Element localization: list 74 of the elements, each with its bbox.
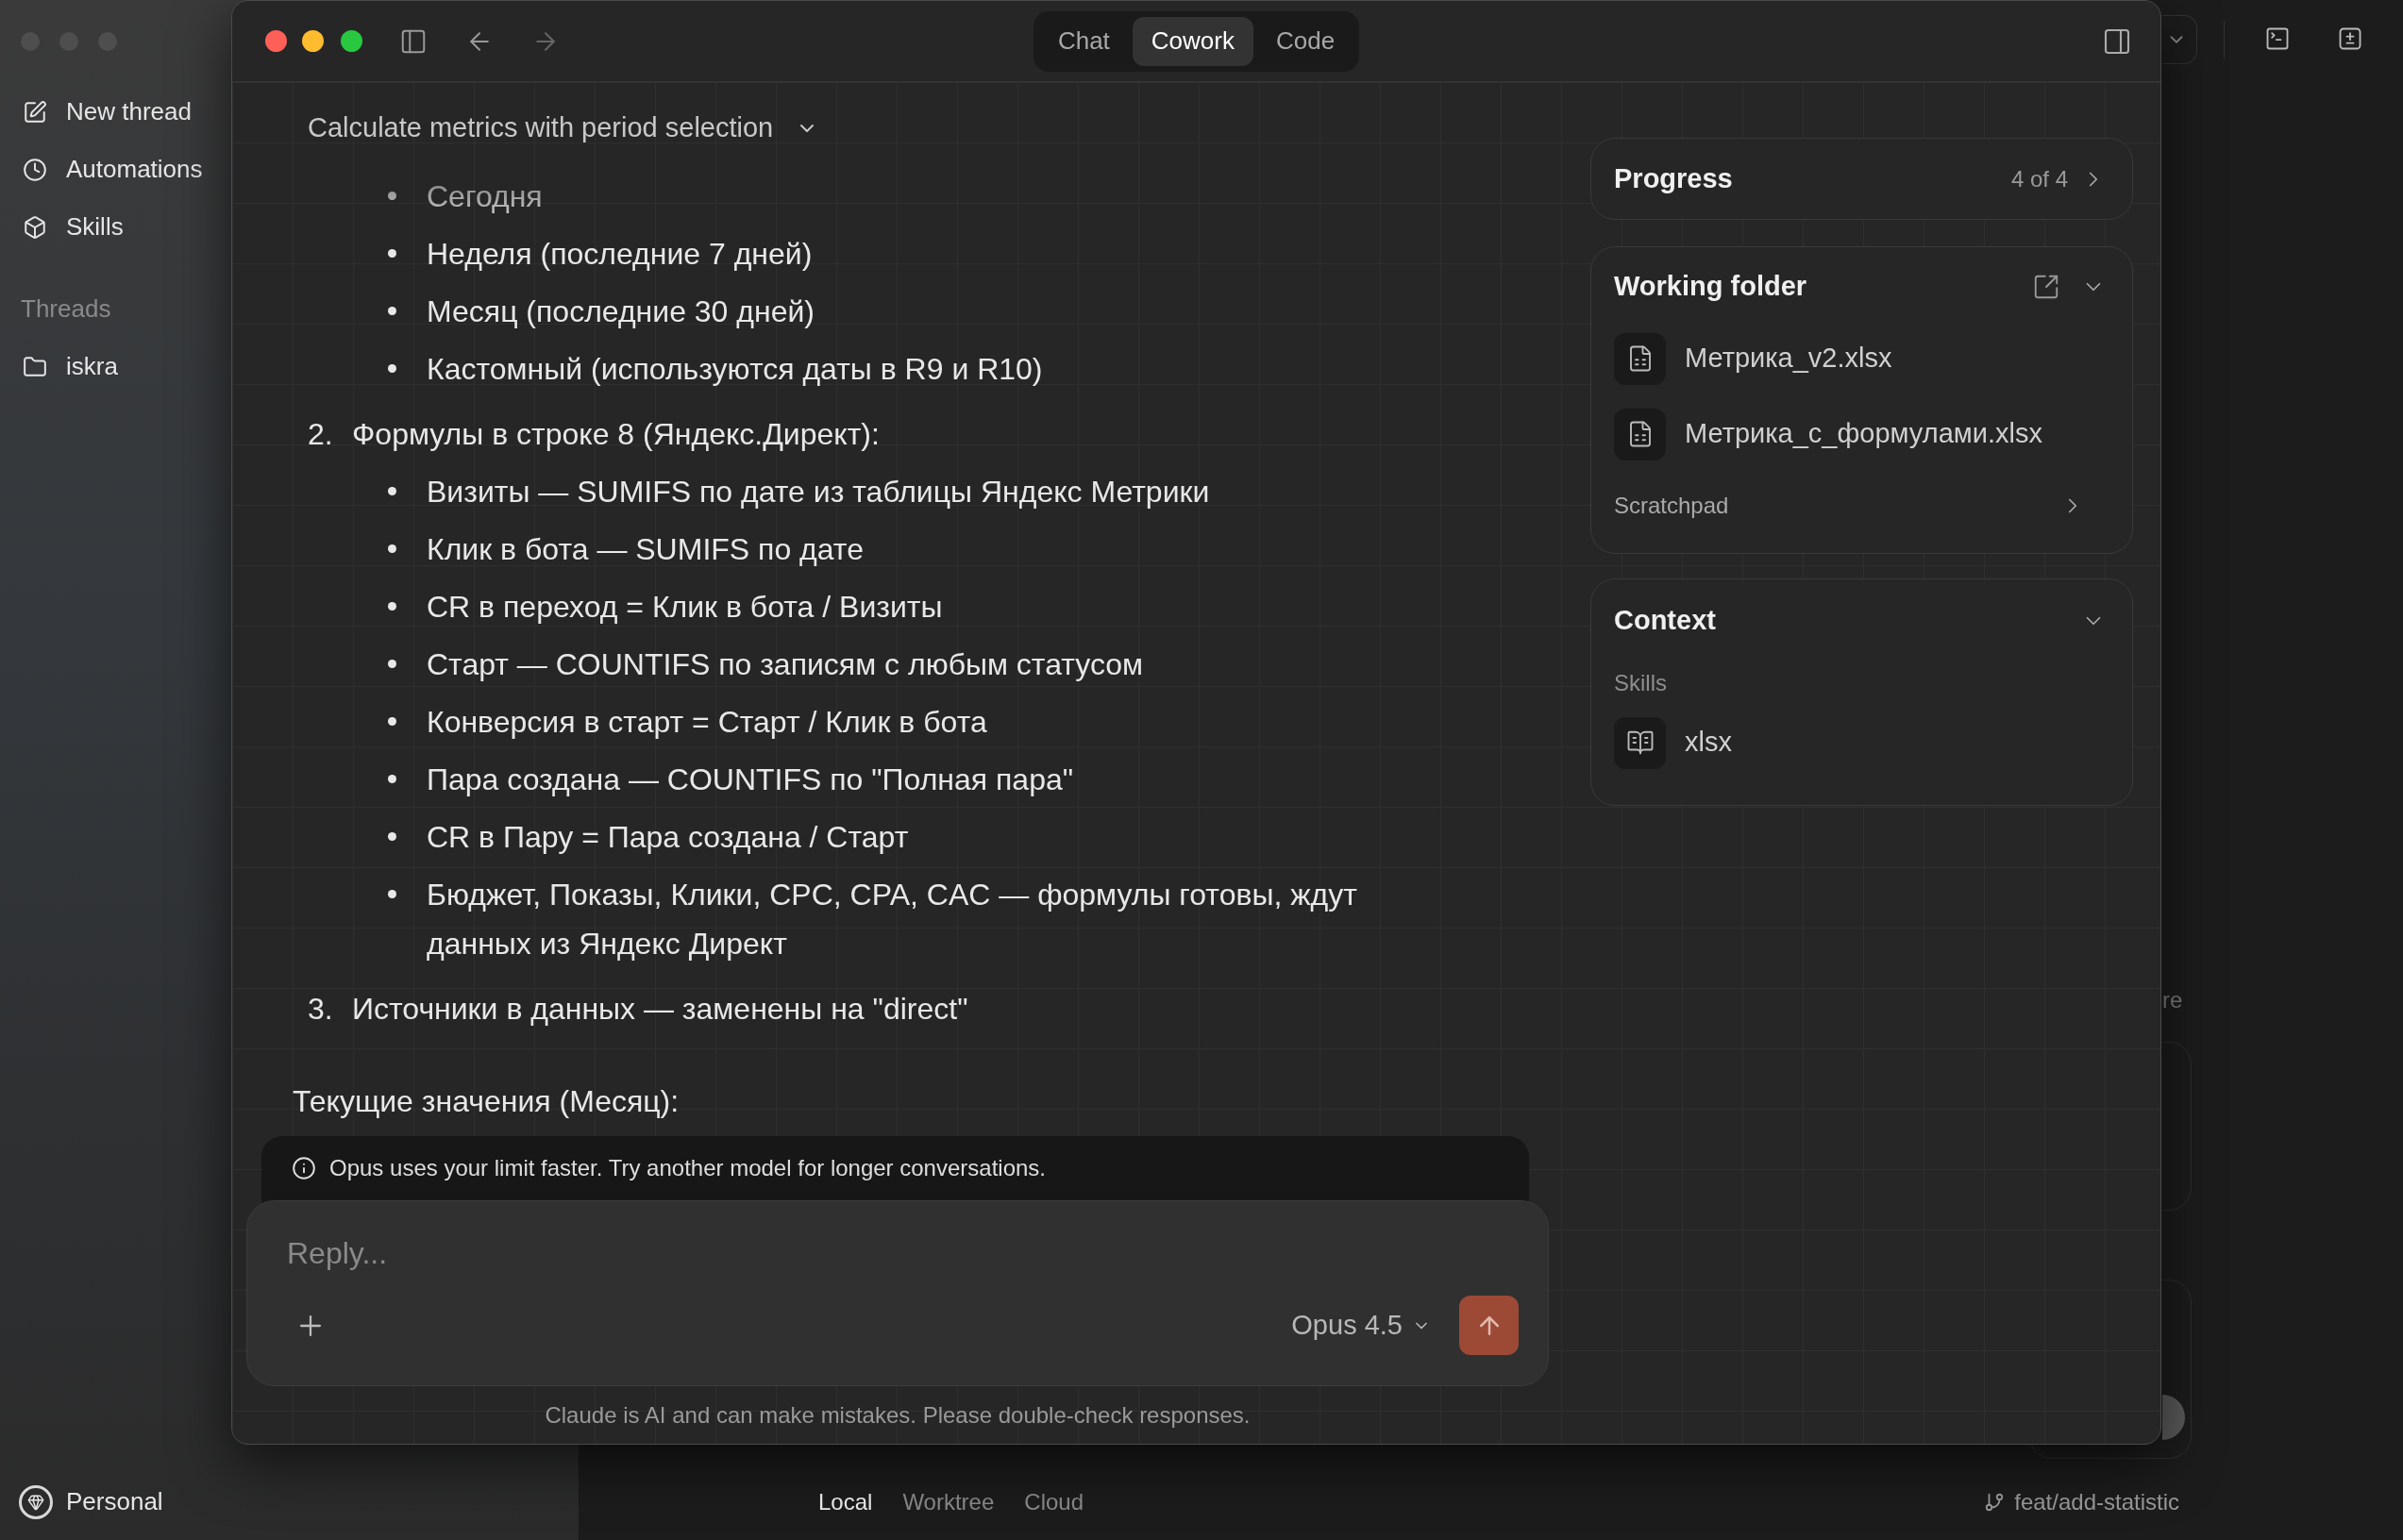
disclaimer-text: Claude is AI and can make mistakes. Please double-check responses. — [545, 1400, 1251, 1430]
list-item-text: Пара создана — COUNTIFS по "Полная пара" — [427, 761, 1074, 798]
mode-tab[interactable]: Cowork — [1132, 16, 1253, 66]
spreadsheet-file-icon — [1614, 408, 1666, 460]
minimize-button[interactable] — [302, 30, 324, 52]
bullet-icon — [388, 890, 396, 898]
progress-count: 4 of 4 — [2010, 164, 2068, 193]
gem-icon — [19, 1484, 53, 1519]
list-number: 2. — [308, 415, 334, 453]
zoom-button[interactable] — [341, 30, 362, 52]
section-heading: Текущие значения (Месяц): — [293, 1082, 681, 1120]
notice-text: Opus uses your limit faster. Try another model for longer conversations. — [329, 1156, 1046, 1180]
sidebar-item[interactable]: New thread — [23, 83, 192, 141]
diff-icon[interactable] — [2337, 25, 2363, 52]
bullet-icon — [388, 307, 396, 315]
mode-tab[interactable]: Code — [1256, 16, 1354, 66]
list-item-text: Бюджет, Показы, Клики, CPC, CPA, CAC — формулы готовы, ждут данных из Яндекс Директ — [427, 876, 1358, 962]
list-item-text: Формулы в строке 8 (Яндекс.Директ): — [352, 415, 880, 453]
card-title: Working folder — [1614, 270, 1807, 304]
list-item-text: CR в Пару = Пара создана / Старт — [427, 818, 909, 856]
cube-icon — [23, 214, 47, 240]
section-label: Skills — [1614, 669, 1668, 697]
folder-icon — [23, 354, 47, 379]
terminal-icon[interactable] — [2264, 25, 2291, 52]
list-item-text: Клик в бота — SUMIFS по дате — [427, 530, 864, 568]
sidebar-item[interactable]: Automations — [23, 141, 203, 198]
file-item[interactable]: Метрика_с_формулами.xlsx — [1614, 396, 2106, 472]
bullet-icon — [388, 602, 396, 611]
card-title: Progress — [1614, 161, 1733, 195]
sidebar-item[interactable]: Skills — [23, 198, 124, 256]
bullet-icon — [388, 487, 396, 495]
scratchpad-item[interactable]: Scratchpad — [1614, 482, 2106, 529]
model-selector[interactable]: Opus 4.5 — [1291, 1304, 1431, 1347]
send-button[interactable] — [1459, 1296, 1519, 1355]
list-item-text: Месяц (последние 30 дней) — [427, 293, 815, 330]
account-button[interactable]: Personal — [19, 1473, 555, 1531]
book-icon — [1614, 716, 1666, 769]
spreadsheet-file-icon — [1614, 332, 1666, 385]
bullet-icon — [388, 660, 396, 668]
clock-icon — [23, 157, 47, 182]
list-item-text: Кастомный (используются даты в R9 и R10) — [427, 350, 1043, 388]
list-item-text: Неделя (последние 7 дней) — [427, 235, 813, 273]
bullet-icon — [388, 775, 396, 783]
list-item-text: Визиты — SUMIFS по дате из таблицы Яндекс Метрики — [427, 473, 1210, 511]
skill-item[interactable]: xlsx — [1614, 710, 2106, 776]
reply-field[interactable]: Reply... — [287, 1231, 1519, 1275]
location-tab[interactable]: Worktree — [902, 1484, 995, 1519]
bullet-icon — [388, 192, 396, 200]
mode-tab[interactable]: Chat — [1038, 16, 1129, 66]
location-tab[interactable]: Local — [818, 1484, 873, 1519]
external-link-icon[interactable] — [2032, 273, 2060, 301]
bullet-icon — [388, 249, 396, 258]
file-item[interactable]: Метрика_v2.xlsx — [1614, 321, 2106, 396]
bullet-icon — [388, 364, 396, 373]
partial-label: re — [2162, 986, 2183, 1014]
list-item-text: Конверсия в старт = Старт / Клик в бота — [427, 703, 987, 741]
card-title: Context — [1614, 604, 1716, 638]
bullet-icon — [388, 832, 396, 841]
location-tab[interactable]: Cloud — [1024, 1484, 1084, 1519]
list-item-text: Старт — COUNTIFS по записям с любым статусом — [427, 645, 1144, 683]
bullet-icon — [388, 717, 396, 726]
thread-item[interactable]: iskra — [23, 338, 118, 395]
list-item-text: Источники в данных — заменены на "direct" — [352, 990, 968, 1028]
branch-label[interactable]: feat/add-statistic — [1984, 1484, 2179, 1519]
list-item-text: CR в переход = Клик в бота / Визиты — [427, 588, 943, 626]
info-icon — [292, 1156, 316, 1180]
bullet-icon — [388, 544, 396, 553]
branch-icon — [1984, 1491, 2006, 1513]
close-button[interactable] — [265, 30, 287, 52]
section-heading: Threads — [21, 293, 111, 325]
conversation-title[interactable]: Calculate metrics with period selection — [308, 109, 819, 147]
compose-icon — [23, 99, 47, 125]
list-number: 3. — [308, 990, 334, 1028]
list-item-text: Сегодня — [427, 177, 543, 215]
